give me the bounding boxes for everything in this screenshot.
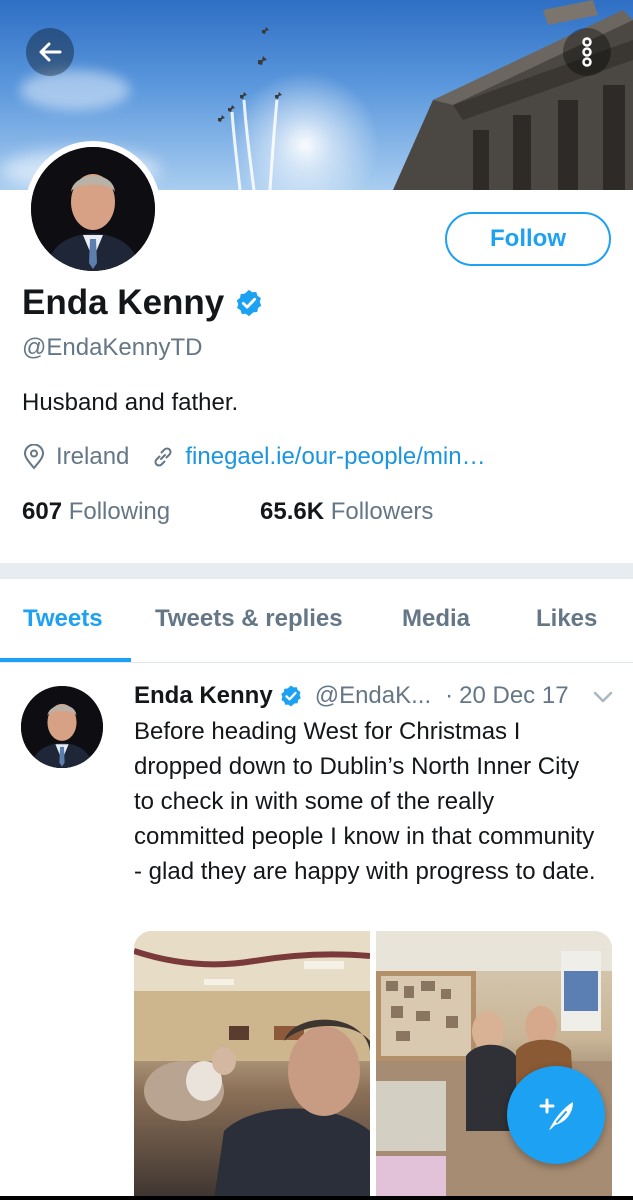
compose-tweet-icon: [539, 1098, 573, 1130]
screen-bottom-edge: [0, 1196, 633, 1200]
verified-badge-icon: [280, 685, 301, 707]
profile-handle: @EndaKennyTD: [22, 334, 203, 361]
tab-media[interactable]: Media: [402, 605, 470, 633]
profile-bio: Husband and father.: [22, 389, 239, 416]
following-count: 607: [22, 498, 63, 525]
profile-location: Ireland: [22, 443, 129, 471]
tweet-author-avatar[interactable]: [21, 686, 103, 768]
tweet-photo[interactable]: [376, 931, 612, 1200]
location-pin-icon: [23, 444, 45, 470]
tweet-header: Enda Kenny @EndaK... · 20 Dec 17: [134, 682, 569, 710]
profile-location-text: Ireland: [56, 443, 130, 470]
profile-meta: Ireland finegael.ie/our-people/min…: [22, 443, 486, 471]
more-vertical-icon: [582, 37, 592, 67]
verified-badge-icon: [237, 289, 262, 317]
tweet-photo[interactable]: [134, 931, 370, 1200]
avatar-photo: [31, 147, 155, 271]
followers-count-link[interactable]: 65.6K Followers: [260, 498, 433, 526]
chevron-down-icon[interactable]: [592, 690, 614, 704]
follow-button[interactable]: Follow: [445, 212, 611, 266]
tab-tweets[interactable]: Tweets: [23, 605, 103, 633]
following-count-link[interactable]: 607 Following: [22, 498, 260, 526]
link-icon: [154, 447, 172, 467]
profile-name: Enda Kenny: [22, 283, 225, 322]
profile-avatar[interactable]: [25, 141, 161, 277]
banner-building: [393, 0, 633, 190]
tweet-header-separator: ·: [445, 682, 454, 709]
tweet-author-name[interactable]: Enda Kenny: [134, 682, 273, 710]
followers-count: 65.6K: [260, 498, 325, 525]
back-button[interactable]: [26, 28, 74, 76]
banner-planes: [218, 27, 282, 190]
tab-tweets-and-replies[interactable]: Tweets & replies: [155, 605, 343, 633]
following-label: Following: [68, 498, 171, 525]
tweet-author-handle[interactable]: @EndaK...: [315, 682, 431, 710]
profile-tabs: Tweets Tweets & replies Media Likes: [0, 579, 633, 663]
profile-counts: 607 Following 65.6K Followers: [22, 498, 433, 526]
compose-tweet-button[interactable]: [507, 1066, 605, 1164]
banner-cloud: [20, 70, 130, 110]
tweet-date[interactable]: 20 Dec 17: [459, 682, 568, 710]
tweet-text: Before heading West for Christmas I drop…: [134, 718, 596, 885]
profile-website-text[interactable]: finegael.ie/our-people/min…: [185, 443, 485, 471]
active-tab-indicator: [0, 658, 131, 662]
followers-label: Followers: [330, 498, 434, 525]
tab-likes[interactable]: Likes: [536, 605, 597, 633]
more-options-button[interactable]: [563, 28, 611, 76]
profile-name-row: Enda Kenny: [22, 283, 264, 323]
section-divider: [0, 563, 633, 579]
arrow-left-icon: [39, 42, 62, 62]
profile-website-link[interactable]: finegael.ie/our-people/min…: [151, 443, 486, 471]
